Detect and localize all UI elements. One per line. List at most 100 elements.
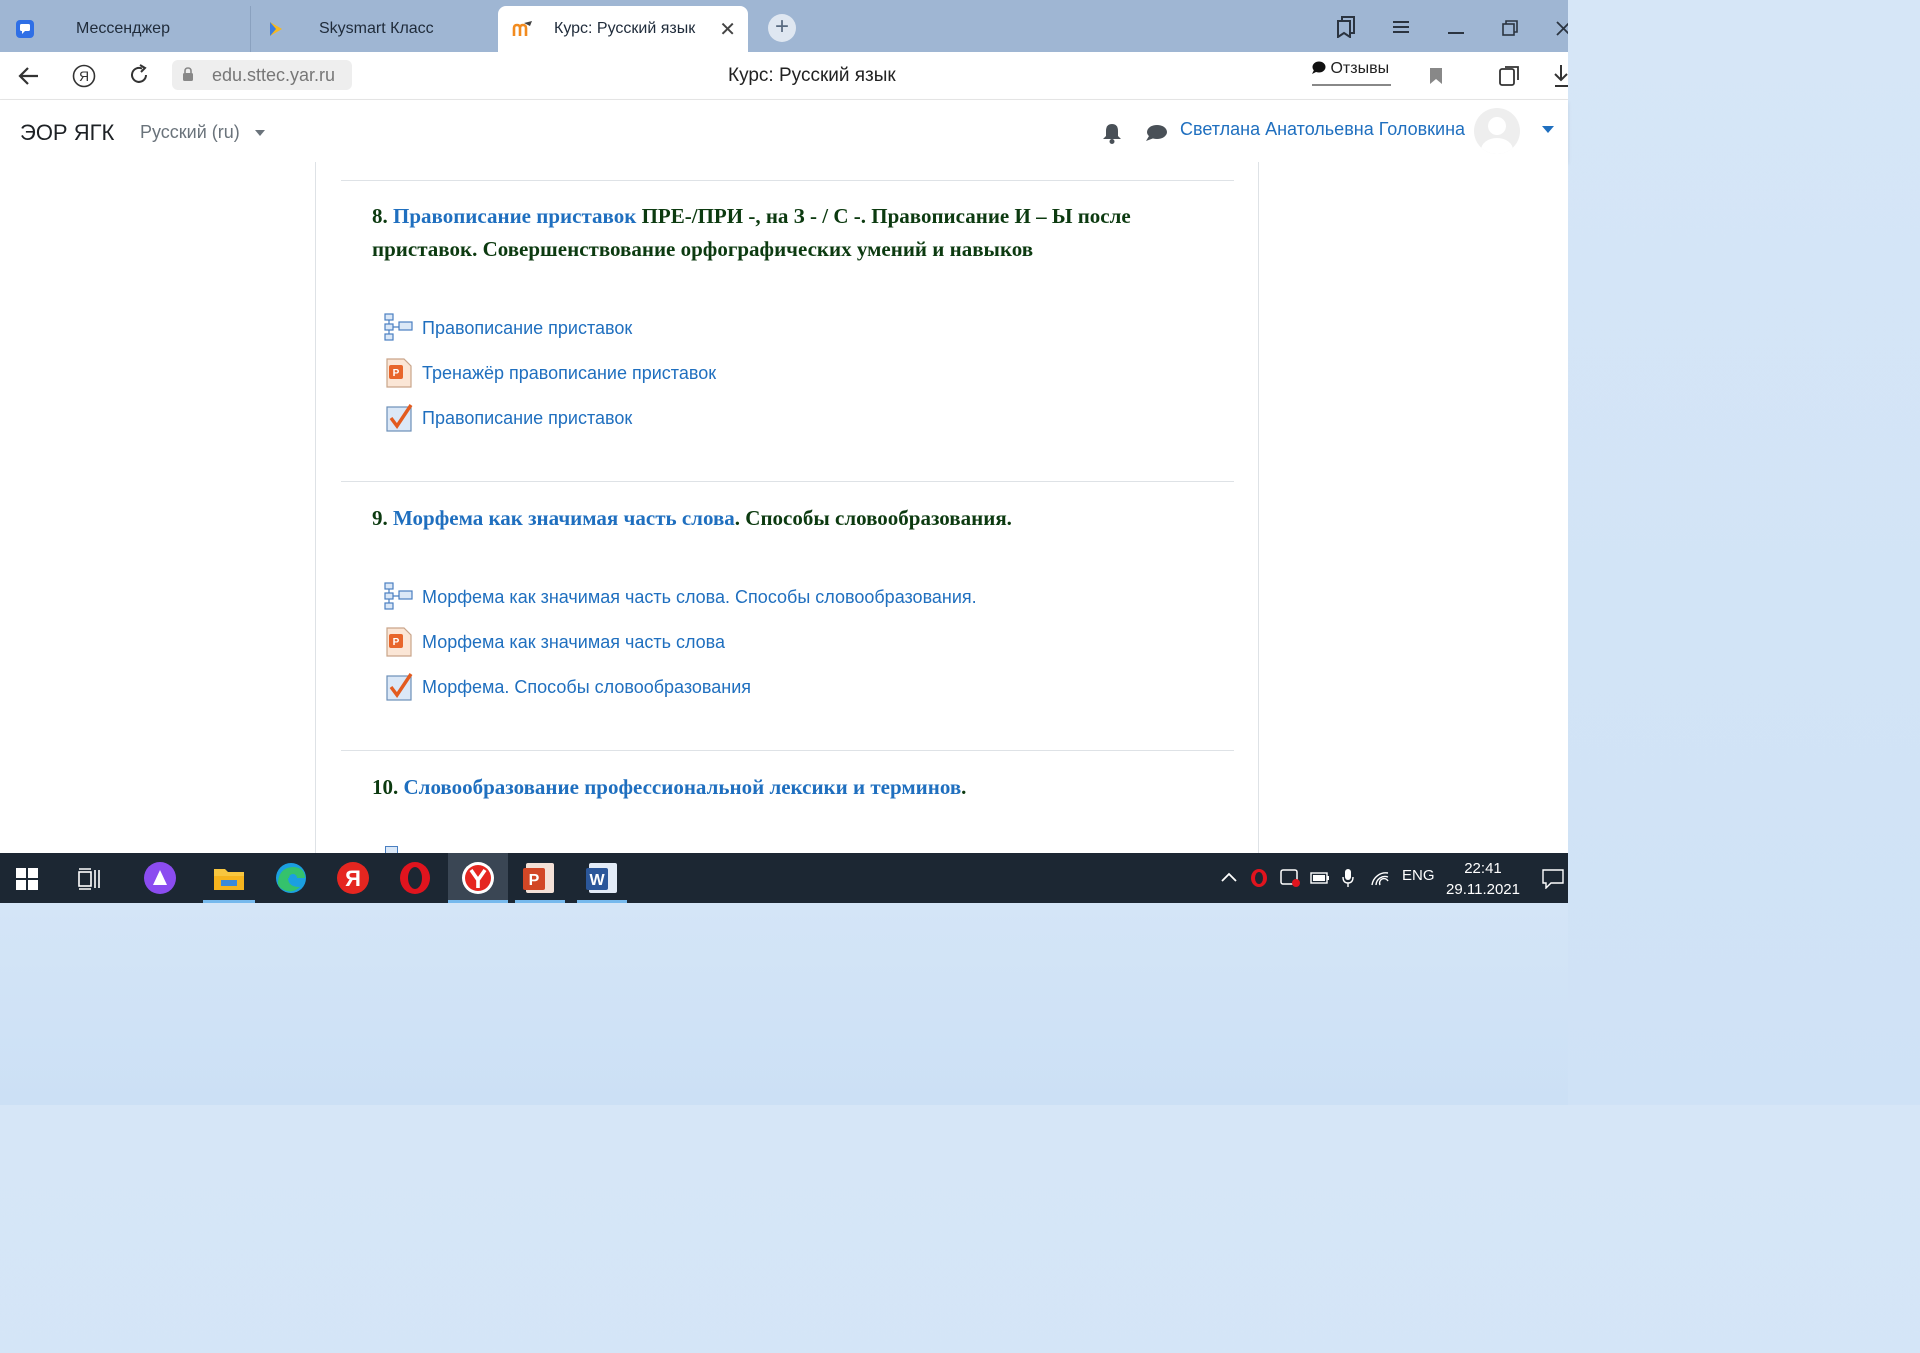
word-icon[interactable]: W (585, 861, 619, 895)
section-divider (341, 180, 1234, 181)
section-number: 8. (372, 204, 388, 228)
section-title-rest: . (961, 775, 967, 799)
system-clock[interactable]: 22:41 29.11.2021 (1446, 858, 1520, 900)
desktop-background (0, 903, 1568, 1105)
book-icon (385, 846, 398, 853)
bookmark-icon[interactable] (1430, 68, 1442, 84)
wifi-icon[interactable] (1370, 870, 1390, 886)
quiz-checkmark-icon (386, 673, 413, 701)
powerpoint-file-icon: P (386, 627, 412, 657)
page-title: Курс: Русский язык (728, 65, 896, 86)
section-number: 10. (372, 775, 399, 799)
screen-capture-icon[interactable] (1280, 869, 1300, 887)
battery-icon[interactable] (1310, 872, 1330, 884)
tab-course-russian[interactable]: Курс: Русский язык ✕ (498, 6, 748, 52)
bell-icon[interactable] (1102, 122, 1122, 144)
language-selector[interactable]: Русский (ru) (140, 122, 265, 143)
section-number: 9. (372, 506, 388, 530)
svg-text:Я: Я (345, 866, 361, 891)
activity-label: Морфема. Способы словообразования (422, 676, 752, 697)
book-icon (384, 313, 413, 341)
avatar[interactable] (1474, 108, 1520, 154)
default-user-icon (1481, 117, 1513, 154)
quiz-checkmark-icon (386, 404, 413, 432)
user-menu-chevron-icon[interactable] (1542, 126, 1554, 133)
url-field[interactable]: edu.sttec.yar.ru (172, 60, 352, 90)
language-label: Русский (ru) (140, 122, 240, 142)
edge-browser-icon[interactable] (274, 861, 308, 895)
yandex-y-browser-icon[interactable] (461, 861, 495, 895)
back-arrow-icon[interactable] (18, 66, 40, 86)
activity-label: Морфема как значимая часть слова (422, 631, 726, 652)
clock-date: 29.11.2021 (1446, 881, 1520, 898)
section-8-title: 8. Правописание приставок ПРЕ-/ПРИ -, на… (372, 200, 1212, 266)
activity-book[interactable]: Морфема как значимая часть слова. Способ… (384, 581, 977, 613)
yandex-icon[interactable]: Я (72, 64, 96, 88)
section-9-title: 9. Морфема как значимая часть слова. Спо… (372, 502, 1212, 535)
bookmarks-panel-icon[interactable] (1336, 16, 1356, 38)
activity-quiz[interactable]: Морфема. Способы словообразования (384, 671, 751, 703)
book-icon (384, 582, 413, 610)
collections-icon[interactable] (1498, 64, 1522, 88)
minimize-icon[interactable] (1448, 28, 1464, 34)
activity-presentation[interactable]: P Морфема как значимая часть слова (384, 626, 725, 658)
svg-text:W: W (589, 872, 605, 889)
tab-skysmart[interactable]: Skysmart Класс (250, 6, 496, 52)
section-divider (341, 481, 1234, 482)
file-explorer-icon[interactable] (212, 861, 246, 895)
user-name-link[interactable]: Светлана Анатольевна Головкина (1180, 119, 1465, 140)
activity-presentation[interactable]: P Тренажёр правописание приставок (384, 357, 716, 389)
restore-icon[interactable] (1502, 20, 1518, 36)
keyboard-language[interactable]: ENG (1402, 867, 1435, 884)
chevron-up-icon[interactable] (1221, 872, 1237, 882)
reload-icon[interactable] (128, 64, 150, 86)
reviews-button[interactable]: Отзывы (1312, 60, 1392, 86)
tab-label: Мессенджер (76, 20, 170, 37)
site-navbar: ЭОР ЯГК Русский (ru) Светлана Анатольевн… (0, 100, 1568, 162)
svg-text:Я: Я (79, 68, 89, 84)
svg-text:P: P (393, 368, 400, 379)
address-bar: Я edu.sttec.yar.ru Курс: Русский язык От… (0, 52, 1568, 100)
download-icon[interactable] (1554, 64, 1568, 88)
microphone-icon[interactable] (1342, 868, 1354, 888)
close-tab-icon[interactable]: ✕ (719, 17, 736, 42)
activity-book[interactable]: Правописание приставок (384, 312, 632, 344)
moodle-icon (512, 21, 532, 36)
browser-tab-strip: Мессенджер Skysmart Класс Курс: Русский … (0, 0, 1568, 52)
screen: Мессенджер Skysmart Класс Курс: Русский … (0, 0, 1568, 1105)
section-title-link[interactable]: Морфема как значимая часть слова (393, 506, 735, 530)
tab-label: Курс: Русский язык (554, 20, 696, 37)
notifications-icon[interactable] (1542, 869, 1564, 889)
close-window-icon[interactable] (1556, 20, 1568, 36)
opera-tray-icon[interactable] (1250, 869, 1268, 887)
yandex-browser-icon[interactable]: Я (336, 861, 370, 895)
powerpoint-file-icon: P (386, 358, 412, 388)
activity-label: Правописание приставок (422, 317, 633, 338)
menu-icon[interactable] (1393, 20, 1409, 34)
chevron-down-icon (254, 130, 265, 137)
messages-bubble-icon[interactable] (1145, 124, 1167, 142)
section-title-link[interactable]: Словообразование профессиональной лексик… (404, 775, 962, 799)
windows-taskbar: Я P W ENG 22:41 29.11.2021 (0, 853, 1568, 903)
tab-messenger[interactable]: Мессенджер (0, 6, 250, 52)
section-title-link[interactable]: Правописание приставок (393, 204, 636, 228)
windows-start-icon[interactable] (16, 868, 38, 890)
tab-label: Skysmart Класс (319, 20, 434, 37)
reviews-label: Отзывы (1330, 60, 1390, 77)
svg-text:P: P (393, 637, 400, 648)
alice-assistant-icon[interactable] (143, 861, 177, 895)
new-tab-button[interactable]: + (768, 14, 796, 42)
task-view-icon[interactable] (78, 868, 102, 890)
svg-text:P: P (529, 872, 540, 889)
messenger-icon (16, 20, 34, 38)
section-10-title: 10. Словообразование профессиональной ле… (372, 771, 1212, 804)
section-title-rest: . Способы словообразования. (734, 506, 1012, 530)
clock-time: 22:41 (1464, 860, 1502, 877)
section-divider (341, 750, 1234, 751)
powerpoint-icon[interactable]: P (522, 861, 556, 895)
skysmart-icon (270, 22, 282, 36)
activity-quiz[interactable]: Правописание приставок (384, 402, 632, 434)
opera-browser-icon[interactable] (398, 861, 432, 895)
speech-bubble-icon (1312, 61, 1326, 74)
site-brand[interactable]: ЭОР ЯГК (20, 120, 114, 146)
